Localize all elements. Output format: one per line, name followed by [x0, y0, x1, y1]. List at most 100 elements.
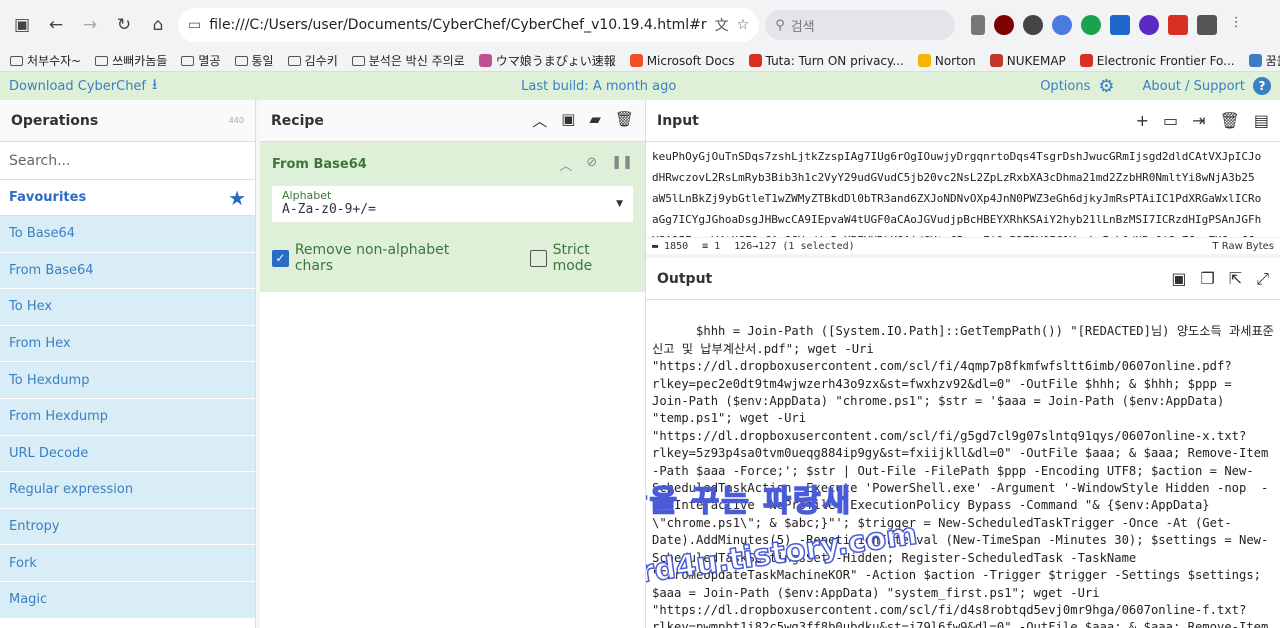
- bookmark-item[interactable]: 분석은 박신 주의로: [351, 52, 465, 69]
- trash-icon[interactable]: 🗑: [615, 110, 634, 131]
- operation-item[interactable]: From Hex: [0, 325, 255, 363]
- checkbox-unchecked-icon[interactable]: [529, 249, 547, 267]
- site-favicon-icon: [989, 54, 1003, 67]
- raw-bytes-label: Raw Bytes: [1221, 240, 1274, 252]
- input-line: dHRwczovL2RsLmRyb3Bib3h1c2VyY29udGVudC5j…: [652, 171, 1255, 184]
- home-icon[interactable]: ⌂: [144, 11, 172, 39]
- trash-icon[interactable]: 🗑: [1220, 111, 1240, 130]
- operations-count: 440: [228, 116, 244, 125]
- disable-icon[interactable]: ⊘: [586, 155, 597, 174]
- bookmark-item[interactable]: Norton: [917, 54, 976, 68]
- about-support-button[interactable]: About / Support: [1143, 79, 1245, 94]
- operation-item[interactable]: Entropy: [0, 508, 255, 546]
- folder-icon[interactable]: ▰: [589, 110, 601, 131]
- output-content: $hhh = Join-Path ([System.IO.Path]::GetT…: [652, 324, 1274, 628]
- site-favicon-icon: [917, 54, 931, 67]
- checkbox-checked-icon[interactable]: ✓: [272, 249, 289, 267]
- bookmark-item[interactable]: 통일: [234, 52, 274, 69]
- operation-item[interactable]: Regular expression: [0, 472, 255, 509]
- favourites-category[interactable]: Favourites ★: [0, 180, 255, 216]
- bookmark-item[interactable]: Microsoft Docs: [629, 54, 735, 68]
- layout-icon[interactable]: ▤: [1254, 111, 1269, 130]
- bookmark-label: 멸공: [198, 54, 221, 68]
- chevron-up-icon[interactable]: ︿: [559, 155, 572, 174]
- translate-icon[interactable]: 文: [715, 15, 729, 35]
- download-icon[interactable]: [971, 15, 986, 35]
- star-icon[interactable]: ☆: [737, 17, 750, 33]
- operation-item[interactable]: URL Decode: [0, 435, 255, 473]
- bookmark-item[interactable]: Electronic Frontier Fo...: [1079, 54, 1235, 68]
- bookmark-item[interactable]: 꿈을꾸는 파랑새: [1248, 52, 1280, 69]
- maximize-icon[interactable]: ⤢: [1256, 269, 1269, 289]
- bookmark-item[interactable]: ウマ娘うまぴょい速報: [478, 52, 616, 69]
- alphabet-select[interactable]: Alphabet A-Za-z0-9+/= ▼: [272, 186, 633, 222]
- operation-item[interactable]: Fork: [0, 545, 255, 582]
- menu-icon[interactable]: ⋮: [1226, 15, 1246, 35]
- input-header: Input + ▭ ⇥ 🗑 ▤: [646, 100, 1280, 142]
- help-icon[interactable]: ?: [1253, 77, 1271, 95]
- save-icon[interactable]: ▣: [1171, 269, 1186, 289]
- add-icon[interactable]: +: [1136, 111, 1149, 130]
- line-count: ≡ 1: [702, 240, 721, 252]
- remove-non-alphabet-checkbox[interactable]: ✓ Remove non-alphabet chars: [272, 242, 490, 274]
- folder-icon: [181, 55, 195, 66]
- bookmark-item[interactable]: 김수키: [287, 52, 338, 69]
- bookmark-label: NUKEMAP: [1006, 53, 1066, 68]
- operation-item[interactable]: From Hexdump: [0, 398, 255, 436]
- dropdown-caret-icon[interactable]: ▼: [616, 199, 623, 209]
- address-bar[interactable]: ▭ file:///C:/Users/user/Documents/CyberC…: [178, 8, 760, 42]
- gear-icon[interactable]: ⚙: [1098, 76, 1114, 97]
- strict-mode-checkbox[interactable]: Strict mode: [529, 242, 633, 274]
- options-button[interactable]: Options: [1040, 79, 1090, 94]
- download-cyberchef-label: Download CyberChef: [9, 78, 147, 94]
- output-header: Output ▣ ❐ ⇱ ⤢: [646, 258, 1280, 300]
- from-base64-operation[interactable]: From Base64 ︿ ⊘ ❚❚ Alphabet A-Za-z0-9+/=…: [260, 142, 645, 292]
- bookmark-item[interactable]: 쓰뻐카놈들: [95, 52, 167, 69]
- operation-item[interactable]: Magic: [0, 581, 255, 619]
- input-textarea[interactable]: keuPhOyGjOuTnSDqs7zshLjtkZzspIAg7IUg6rOg…: [646, 142, 1280, 238]
- bookmark-item[interactable]: Tuta: Turn ON privacy...: [748, 54, 904, 68]
- bookmark-item[interactable]: NUKEMAP: [989, 53, 1066, 68]
- operation-item[interactable]: To Hex: [0, 289, 255, 326]
- replace-input-icon[interactable]: ⇱: [1229, 269, 1242, 289]
- operation-item[interactable]: To Hexdump: [0, 362, 255, 399]
- folder-icon: [287, 55, 301, 66]
- tab-list-icon[interactable]: ▣: [8, 11, 36, 39]
- back-icon[interactable]: ←: [42, 11, 70, 39]
- download-cyberchef-link[interactable]: Download CyberChef ⭳: [9, 74, 157, 99]
- shield-ext-icon[interactable]: [1110, 15, 1131, 35]
- save-icon[interactable]: ▣: [561, 110, 575, 131]
- output-text[interactable]: $hhh = Join-Path ([System.IO.Path]::GetT…: [646, 300, 1280, 628]
- star-icon[interactable]: ★: [228, 186, 246, 210]
- green-ext-icon[interactable]: [1081, 15, 1102, 35]
- remove-non-alphabet-label: Remove non-alphabet chars: [294, 242, 450, 274]
- ublock-icon[interactable]: [994, 15, 1015, 35]
- translate-ext-icon[interactable]: [1052, 15, 1073, 35]
- io-panel: Input + ▭ ⇥ 🗑 ▤ keuPhOyGjOuTnSDqs7zshLjt…: [646, 100, 1280, 628]
- bookmark-label: 처부수자~: [27, 54, 82, 68]
- operation-item[interactable]: From Base64: [0, 252, 255, 290]
- bookmark-label: 쓰뻐카놈들: [112, 54, 168, 68]
- bookmark-item[interactable]: 처부수자~: [10, 52, 81, 69]
- operations-search-input[interactable]: Search...: [0, 142, 255, 180]
- reload-icon[interactable]: ↻: [110, 11, 138, 39]
- folder-icon[interactable]: ▭: [1163, 111, 1178, 130]
- copy-icon[interactable]: ❐: [1200, 269, 1214, 289]
- bookmark-item[interactable]: 멸공: [181, 52, 221, 69]
- import-icon[interactable]: ⇥: [1192, 111, 1205, 130]
- extensions-bar: ⋮: [971, 15, 1246, 35]
- forward-icon[interactable]: →: [76, 11, 104, 39]
- pause-icon[interactable]: ❚❚: [611, 155, 633, 174]
- address-url[interactable]: file:///C:/Users/user/Documents/CyberChe…: [209, 17, 706, 33]
- operation-item[interactable]: To Base64: [0, 216, 255, 253]
- chevron-up-icon[interactable]: ︿: [532, 110, 547, 131]
- purple-ext-icon[interactable]: [1139, 15, 1160, 35]
- bookmark-label: 분석은 박신 주의로: [368, 54, 465, 68]
- extension-icon[interactable]: [1023, 15, 1044, 35]
- raw-bytes-button[interactable]: T Raw Bytes: [1212, 241, 1274, 252]
- site-favicon-icon: [478, 54, 492, 67]
- red-ext-icon[interactable]: [1168, 15, 1189, 35]
- site-favicon-icon: [629, 54, 643, 67]
- browser-search[interactable]: ⚲ 검색: [765, 10, 956, 40]
- puzzle-icon[interactable]: [1197, 15, 1218, 35]
